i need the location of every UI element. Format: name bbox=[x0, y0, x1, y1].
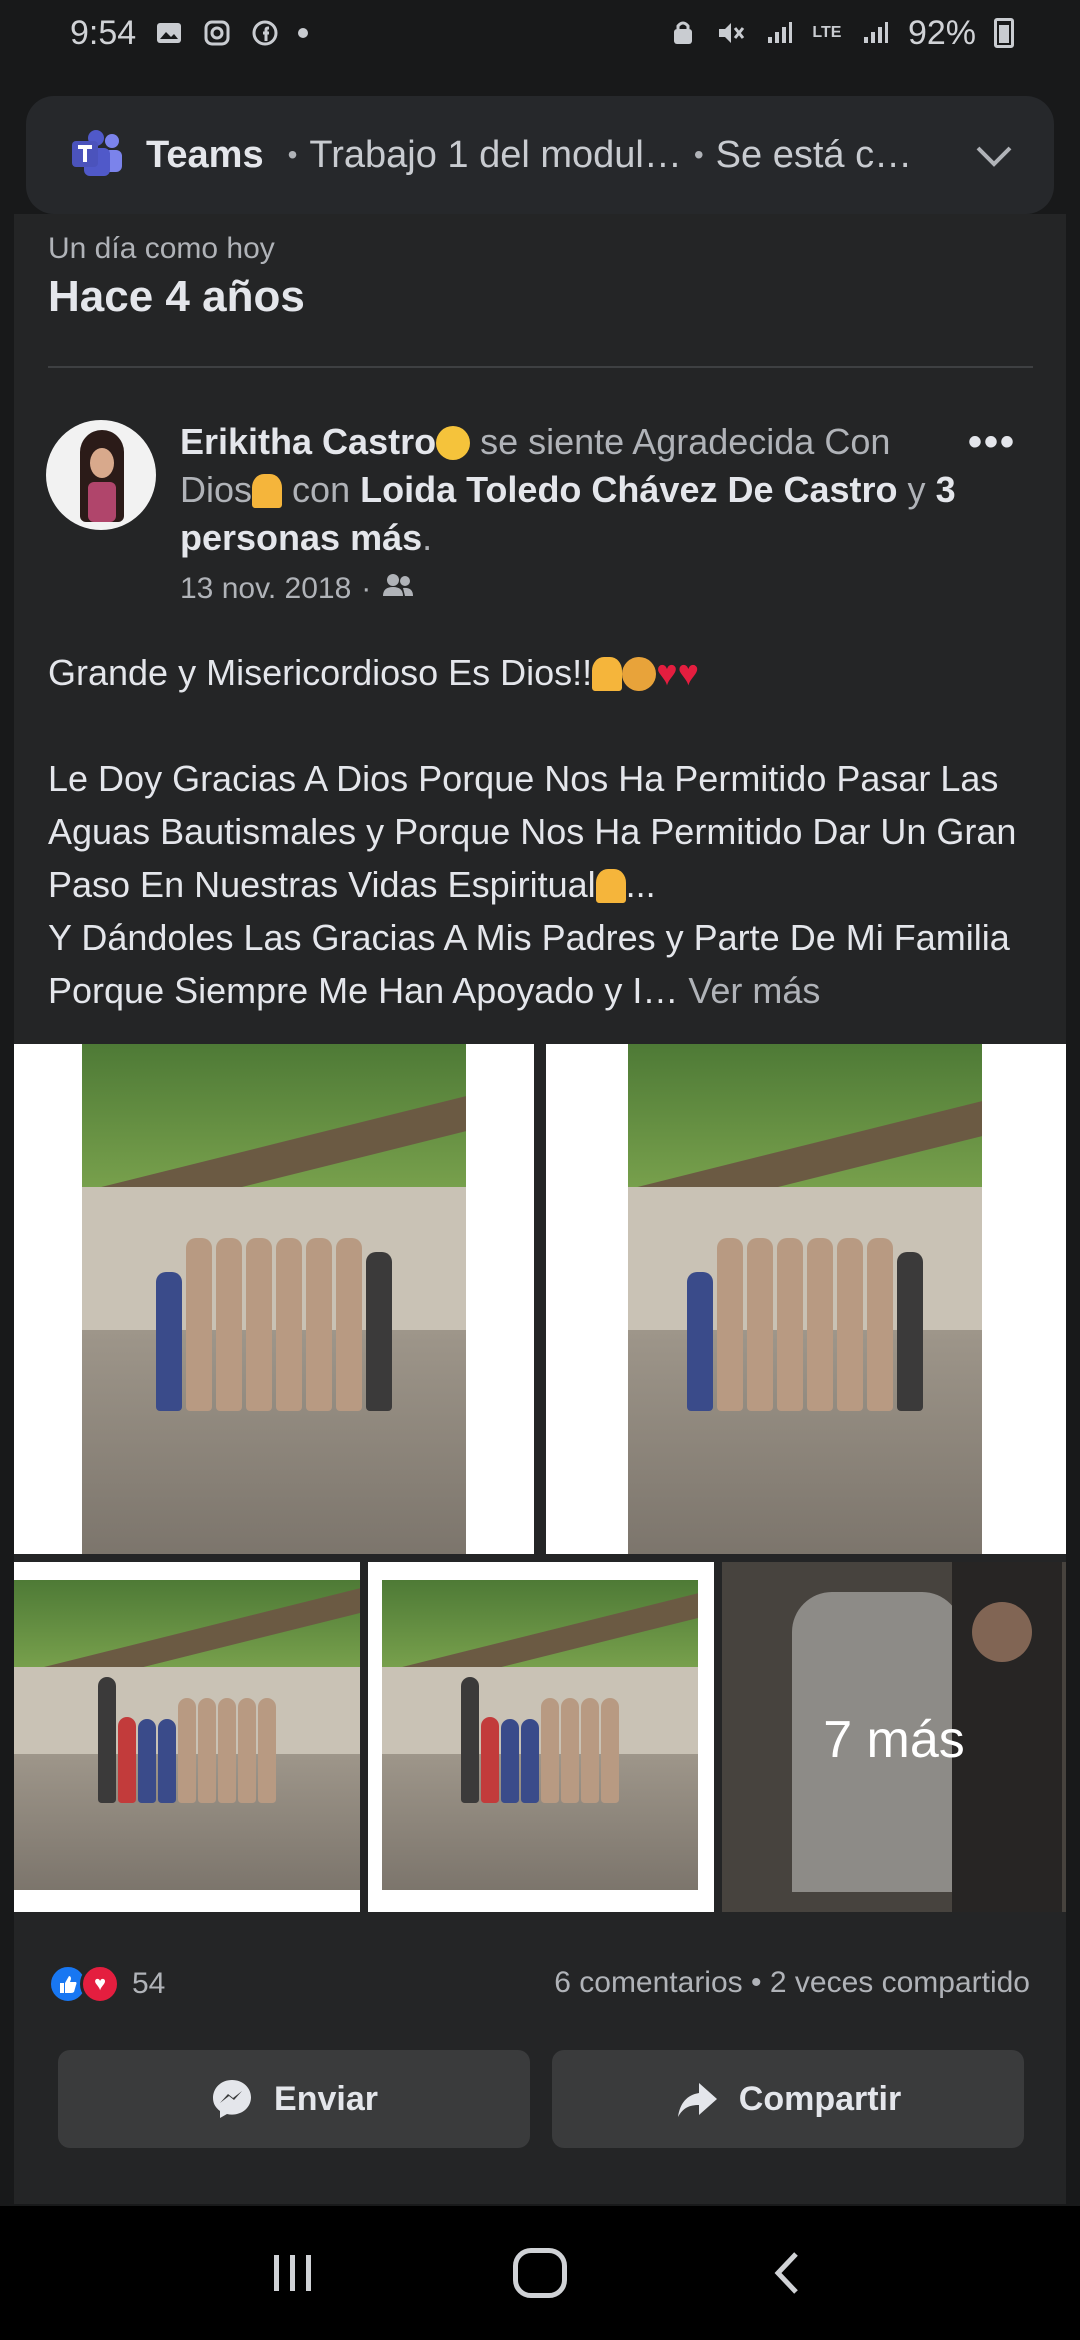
notification-title: Trabajo 1 del modul… bbox=[309, 133, 682, 176]
battery-percent: 92% bbox=[907, 13, 976, 52]
gallery-icon bbox=[154, 18, 184, 48]
reaction-count: 54 bbox=[132, 1967, 166, 2000]
comments-count[interactable]: 6 comentarios bbox=[554, 1966, 742, 1999]
status-right: LTE 92% bbox=[668, 14, 1014, 53]
notification-subtitle: Se está c… bbox=[715, 133, 913, 176]
system-navigation-bar bbox=[0, 2206, 1080, 2340]
post-date[interactable]: 13 nov. 2018 bbox=[180, 572, 351, 606]
love-icon: ♥ bbox=[80, 1964, 120, 2004]
status-bar: 9:54 LTE 92% bbox=[0, 0, 1080, 66]
post-photo-2[interactable] bbox=[546, 1044, 1066, 1554]
praying-hands-icon bbox=[595, 869, 626, 903]
grinning-face-icon bbox=[436, 426, 471, 460]
shares-count[interactable]: 2 veces compartido bbox=[770, 1966, 1030, 1999]
send-label: Enviar bbox=[274, 2079, 378, 2118]
notification-dot bbox=[298, 28, 309, 38]
share-label: Compartir bbox=[738, 2079, 902, 2118]
tagged-person[interactable]: Loida Toledo Chávez De Castro bbox=[360, 469, 897, 510]
post-body: Grande y Misericordioso Es Dios!! ♥♥ Le D… bbox=[48, 646, 1038, 1017]
praying-hands-icon bbox=[252, 474, 283, 508]
share-button[interactable]: Compartir bbox=[552, 2050, 1024, 2148]
friends-icon bbox=[381, 572, 415, 606]
recent-apps-icon[interactable] bbox=[253, 2233, 333, 2313]
more-photos-label: 7 más bbox=[823, 1711, 965, 1769]
more-options-icon[interactable]: ••• bbox=[968, 420, 1016, 465]
post-text-line1: Grande y Misericordioso Es Dios!! bbox=[48, 652, 593, 693]
separator-dot: • bbox=[751, 1966, 770, 1999]
mute-icon bbox=[716, 18, 746, 48]
share-arrow-icon bbox=[675, 2077, 719, 2121]
engagement-stats: 6 comentarios • 2 veces compartido bbox=[554, 1966, 1030, 2000]
memory-title: Hace 4 años bbox=[48, 272, 305, 321]
memory-kicker: Un día como hoy bbox=[48, 232, 275, 265]
praying-hands-icon bbox=[592, 657, 623, 691]
with-word: con bbox=[292, 469, 351, 510]
chevron-down-icon[interactable] bbox=[974, 133, 1014, 178]
more-photos-tile[interactable]: 7 más bbox=[722, 1562, 1066, 1912]
facebook-icon bbox=[250, 18, 280, 48]
divider bbox=[48, 366, 1033, 368]
post-photo-3[interactable] bbox=[14, 1562, 360, 1912]
signal-icon bbox=[764, 18, 794, 48]
author-name[interactable]: Erikitha Castro bbox=[180, 421, 436, 462]
post-photo-4[interactable] bbox=[368, 1562, 714, 1912]
red-heart-icon: ♥ bbox=[656, 652, 678, 693]
messenger-icon bbox=[210, 2077, 254, 2121]
post-header: Erikitha Castro se siente Agradecida Con… bbox=[180, 421, 956, 558]
post-meta: 13 nov. 2018 · bbox=[180, 572, 415, 606]
teams-icon bbox=[70, 127, 126, 183]
status-left: 9:54 bbox=[70, 13, 309, 53]
post-text-para3: Y Dándoles Las Gracias A Mis Padres y Pa… bbox=[48, 917, 1010, 1011]
send-button[interactable]: Enviar bbox=[58, 2050, 530, 2148]
reactions-summary[interactable]: ♥ 54 bbox=[48, 1964, 165, 2004]
post-text-ellipsis: ... bbox=[625, 864, 656, 905]
see-more-link[interactable]: Ver más bbox=[688, 970, 820, 1011]
clock: 9:54 bbox=[70, 13, 137, 52]
and-word: y bbox=[907, 469, 926, 510]
battery-icon bbox=[994, 18, 1014, 48]
alarm-icon bbox=[668, 18, 698, 48]
post-photo-1[interactable] bbox=[14, 1044, 534, 1554]
teams-notification[interactable]: Teams • Trabajo 1 del modul… • Se está c… bbox=[26, 96, 1054, 214]
avatar[interactable] bbox=[46, 420, 156, 530]
red-heart-icon: ♥ bbox=[677, 652, 699, 693]
notification-app: Teams bbox=[146, 133, 264, 176]
post-text-para2: Le Doy Gracias A Dios Porque Nos Ha Perm… bbox=[48, 758, 1017, 905]
home-icon[interactable] bbox=[500, 2233, 580, 2313]
instagram-icon bbox=[202, 18, 232, 48]
back-icon[interactable] bbox=[747, 2233, 827, 2313]
signal-icon bbox=[860, 18, 890, 48]
separator-dot: · bbox=[361, 572, 372, 605]
separator-dot: • bbox=[693, 139, 704, 170]
separator-dot: • bbox=[287, 139, 298, 170]
lte-icon: LTE bbox=[812, 24, 842, 41]
halo-face-icon bbox=[622, 657, 657, 691]
